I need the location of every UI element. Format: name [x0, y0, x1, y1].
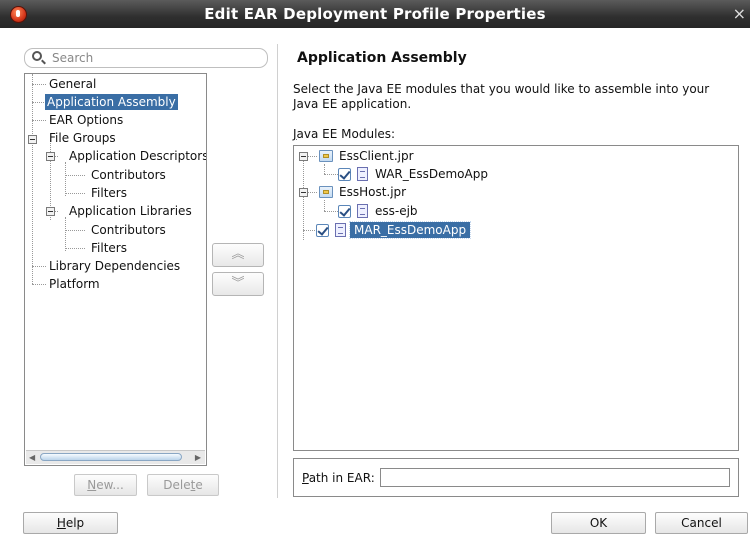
search-input[interactable]: [52, 50, 252, 66]
nav-item-ear-options[interactable]: EAR Options: [47, 112, 125, 128]
collapse-icon[interactable]: [46, 152, 55, 161]
nav-item-contributors[interactable]: Contributors: [89, 167, 168, 183]
navigation-tree[interactable]: General Application Assembly EAR Options…: [24, 73, 207, 466]
nav-item-platform[interactable]: Platform: [47, 276, 102, 292]
module-icon: [357, 167, 368, 181]
tree-guide: [324, 174, 338, 175]
ok-button[interactable]: OK: [551, 512, 646, 534]
module-icon: [335, 223, 346, 237]
tree-guide: [324, 200, 325, 211]
window-title: Edit EAR Deployment Profile Properties: [204, 5, 546, 23]
panel-divider: [277, 44, 278, 498]
collapse-icon[interactable]: [28, 135, 37, 144]
nav-item-filters[interactable]: Filters: [89, 185, 129, 201]
nav-item-general[interactable]: General: [47, 76, 98, 92]
close-icon[interactable]: ×: [733, 4, 746, 23]
modules-label: Java EE Modules:: [293, 127, 396, 141]
tree-guide: [65, 175, 85, 176]
collapse-icon[interactable]: [299, 188, 308, 197]
tree-guide: [32, 74, 33, 284]
search-field[interactable]: [24, 48, 268, 68]
tree-guide: [32, 102, 46, 103]
tree-guide: [65, 193, 85, 194]
module-mar-essdemoapp[interactable]: MAR_EssDemoApp: [348, 221, 472, 239]
nav-item-application-descriptors[interactable]: Application Descriptors: [67, 148, 206, 164]
scroll-right-icon[interactable]: ▶: [195, 453, 201, 462]
page-title: Application Assembly: [297, 50, 467, 66]
tree-guide: [65, 230, 85, 231]
project-esshost[interactable]: EssHost.jpr: [339, 184, 406, 200]
path-in-ear-panel: Path in EAR:: [293, 458, 739, 497]
module-ess-ejb[interactable]: ess-ejb: [375, 203, 418, 219]
path-in-ear-label: Path in EAR:: [302, 471, 375, 485]
tree-guide: [65, 248, 85, 249]
project-folder-icon: [319, 186, 333, 198]
tree-guide: [32, 266, 46, 267]
nav-item-filters[interactable]: Filters: [89, 240, 129, 256]
module-icon: [357, 204, 368, 218]
tree-guide: [32, 120, 46, 121]
search-icon: [32, 51, 42, 61]
tree-guide: [324, 211, 338, 212]
scroll-left-icon[interactable]: ◀: [29, 453, 35, 462]
title-bar[interactable]: Edit EAR Deployment Profile Properties ×: [0, 0, 750, 28]
module-checkbox-mar[interactable]: [316, 224, 329, 237]
double-chevron-up-icon: ︽: [231, 247, 245, 262]
tree-guide: [32, 84, 46, 85]
tree-guide: [65, 217, 66, 251]
description-text: Select the Java EE modules that you woul…: [293, 82, 710, 111]
modules-tree[interactable]: EssClient.jpr WAR_EssDemoApp EssHost.jpr…: [293, 145, 739, 451]
module-checkbox-war[interactable]: [338, 168, 351, 181]
double-chevron-down-icon: ︾: [231, 276, 245, 291]
nav-item-library-dependencies[interactable]: Library Dependencies: [47, 258, 182, 274]
move-up-button[interactable]: ︽: [212, 243, 264, 267]
collapse-icon[interactable]: [46, 207, 55, 216]
delete-button[interactable]: Delete: [147, 474, 219, 496]
project-folder-icon: [319, 150, 333, 162]
path-in-ear-input[interactable]: [380, 468, 730, 487]
horizontal-scrollbar[interactable]: ◀ ▶: [26, 450, 205, 464]
collapse-icon[interactable]: [299, 152, 308, 161]
tree-guide: [324, 164, 325, 174]
nav-item-file-groups[interactable]: File Groups: [47, 130, 118, 146]
nav-item-application-assembly[interactable]: Application Assembly: [45, 94, 178, 110]
nav-item-application-libraries[interactable]: Application Libraries: [67, 203, 194, 219]
tree-guide: [303, 160, 304, 240]
scrollbar-thumb[interactable]: [40, 453, 182, 461]
move-down-button[interactable]: ︾: [212, 272, 264, 296]
help-button[interactable]: Help: [23, 512, 118, 534]
tree-guide: [32, 284, 46, 285]
cancel-button[interactable]: Cancel: [655, 512, 748, 534]
new-button[interactable]: New...: [74, 474, 137, 496]
tree-guide: [65, 162, 66, 196]
project-essclient[interactable]: EssClient.jpr: [339, 148, 414, 164]
nav-item-contributors[interactable]: Contributors: [89, 222, 168, 238]
module-war-essdemoapp[interactable]: WAR_EssDemoApp: [375, 166, 488, 182]
module-checkbox-ejb[interactable]: [338, 205, 351, 218]
